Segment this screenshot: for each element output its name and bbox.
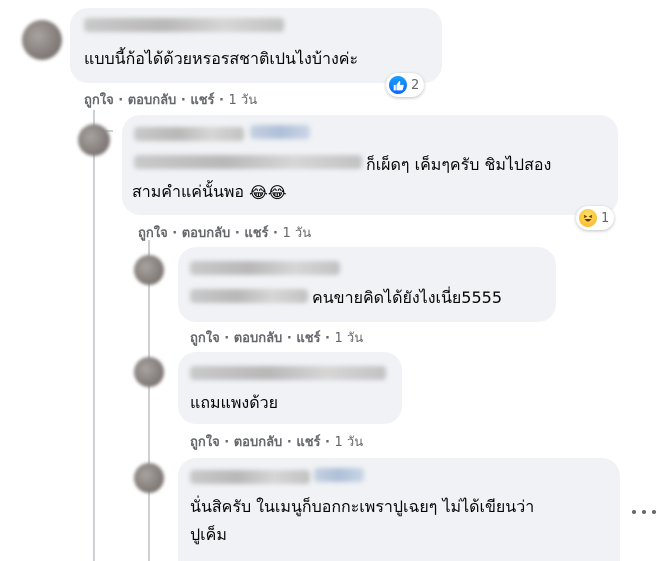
comment-text: นั่นสิครับ ในเมนูก็บอกกะเพราปูเฉยๆ ไม่ได… — [190, 497, 535, 516]
comment-text-line2: ปูเค็ม — [190, 525, 227, 544]
reaction-count-value: 2 — [411, 77, 420, 93]
comment-text: แถมแพงด้วย — [190, 393, 278, 412]
reaction-count[interactable]: 2 — [386, 73, 425, 97]
laughing-emoji-icon: 😂 — [267, 182, 287, 202]
reaction-count-value: 1 — [601, 210, 610, 226]
separator: · — [180, 93, 191, 108]
like-button[interactable]: ถูกใจ — [190, 331, 220, 346]
author-name-blurred[interactable] — [190, 366, 386, 380]
share-button[interactable]: แชร์ — [296, 331, 320, 346]
author-name-blurred[interactable] — [190, 470, 310, 484]
author-name-blurred[interactable] — [134, 155, 362, 169]
author-name-blurred[interactable] — [190, 261, 340, 275]
avatar[interactable] — [22, 20, 62, 60]
author-name-blurred[interactable] — [134, 127, 244, 141]
like-button[interactable]: ถูกใจ — [190, 435, 220, 450]
comment-text: แบบนี้ก้อได้ด้วยหรอรสชาติเปนไงบ้างค่ะ — [84, 49, 359, 68]
separator: · — [234, 226, 245, 241]
comment-actions: ถูกใจ · ตอบกลับ · แชร์ · 1 วัน — [190, 327, 363, 348]
separator: · — [118, 93, 128, 108]
separator: · — [286, 331, 297, 346]
comment-bubble: ก็เผ็ดๆ เค็มๆครับ ชิมไปสอง สามคำแค่นั้นพ… — [122, 115, 618, 215]
reply-button[interactable]: ตอบกลับ — [234, 331, 283, 346]
author-name-blurred[interactable] — [314, 468, 364, 482]
like-button[interactable]: ถูกใจ — [138, 226, 168, 241]
reply-button[interactable]: ตอบกลับ — [182, 226, 231, 241]
separator: · — [224, 331, 234, 346]
avatar[interactable] — [134, 255, 164, 285]
avatar[interactable] — [78, 124, 110, 156]
comment-text: ก็เผ็ดๆ เค็มๆครับ ชิมไปสอง — [366, 155, 552, 174]
comment-bubble: นั่นสิครับ ในเมนูก็บอกกะเพราปูเฉยๆ ไม่ได… — [178, 458, 620, 561]
avatar[interactable] — [134, 463, 164, 493]
separator: · — [325, 435, 335, 450]
avatar[interactable] — [134, 357, 164, 387]
comment-actions: ถูกใจ · ตอบกลับ · แชร์ · 1 วัน — [84, 89, 257, 110]
like-button[interactable]: ถูกใจ — [84, 93, 114, 108]
reply-button[interactable]: ตอบกลับ — [234, 435, 283, 450]
thread-line-sub — [148, 240, 150, 561]
author-name-blurred[interactable] — [190, 289, 308, 303]
reply-button[interactable]: ตอบกลับ — [128, 93, 177, 108]
separator: · — [286, 435, 297, 450]
comment-actions: ถูกใจ · ตอบกลับ · แชร์ · 1 วัน — [138, 222, 311, 243]
timestamp[interactable]: 1 วัน — [283, 226, 312, 241]
comment-bubble: แถมแพงด้วย — [178, 352, 402, 424]
timestamp[interactable]: 1 วัน — [229, 93, 258, 108]
comment-text-line2: สามคำแค่นั้นพอ 😂😂 — [132, 177, 287, 208]
thread-line-main — [93, 110, 95, 561]
haha-icon — [579, 209, 597, 227]
comment-bubble: แบบนี้ก้อได้ด้วยหรอรสชาติเปนไงบ้างค่ะ — [70, 8, 442, 83]
like-icon — [389, 76, 407, 94]
separator: · — [325, 331, 335, 346]
separator: · — [172, 226, 182, 241]
separator: · — [219, 93, 229, 108]
reaction-count[interactable]: 1 — [576, 206, 615, 230]
more-options-icon[interactable] — [632, 502, 656, 522]
share-button[interactable]: แชร์ — [296, 435, 320, 450]
timestamp[interactable]: 1 วัน — [335, 331, 364, 346]
author-name-blurred[interactable] — [250, 125, 310, 139]
comment-text: คนขายคิดได้ยังไงเนี่ย5555 — [312, 288, 503, 307]
author-name-blurred[interactable] — [84, 18, 284, 32]
comment-bubble: คนขายคิดได้ยังไงเนี่ย5555 — [178, 247, 556, 322]
share-button[interactable]: แชร์ — [244, 226, 268, 241]
separator: · — [224, 435, 234, 450]
comment-actions: ถูกใจ · ตอบกลับ · แชร์ · 1 วัน — [190, 431, 363, 452]
separator: · — [273, 226, 283, 241]
share-button[interactable]: แชร์ — [190, 93, 214, 108]
laughing-emoji-icon: 😂 — [249, 182, 268, 202]
timestamp[interactable]: 1 วัน — [335, 435, 364, 450]
